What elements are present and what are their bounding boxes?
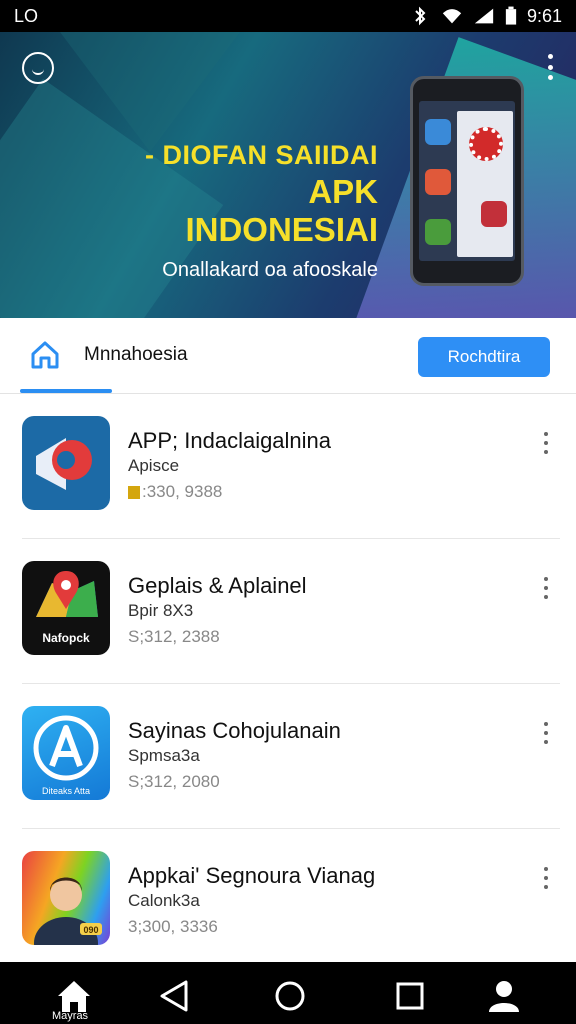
phone-app-icon bbox=[425, 169, 451, 195]
app-meta-text: S;312, 2388 bbox=[128, 627, 220, 646]
app-title: APP; Indaclaigalnina bbox=[128, 428, 332, 453]
app-meta: :330, 9388 bbox=[128, 482, 222, 502]
more-options-icon[interactable] bbox=[544, 577, 550, 599]
status-time: 9:61 bbox=[526, 5, 562, 26]
bluetooth-icon bbox=[415, 6, 426, 26]
more-options-icon[interactable] bbox=[544, 432, 550, 454]
profile-icon[interactable] bbox=[484, 976, 524, 1016]
app-title: Geplais & Aplainel bbox=[128, 573, 307, 598]
badge-icon bbox=[128, 485, 140, 499]
app-meta: 3;300, 3336 bbox=[128, 917, 218, 937]
banner-text: - DIOFAN SAIIDAI APK INDONESIAI Onallaka… bbox=[108, 140, 378, 282]
app-meta: S;312, 2388 bbox=[128, 627, 220, 647]
carrier-label: LO bbox=[14, 5, 39, 26]
home-nav-label[interactable]: Mayras bbox=[52, 1010, 88, 1022]
app-subtitle: Bpir 8X3 bbox=[128, 601, 194, 620]
wifi-icon bbox=[442, 9, 462, 24]
app-icon[interactable]: 090 bbox=[22, 851, 110, 945]
list-item[interactable]: 090 Appkai' Segnoura Vianag Calonk3a 3;3… bbox=[22, 829, 560, 974]
more-options-icon[interactable] bbox=[548, 54, 554, 80]
signal-icon bbox=[474, 8, 494, 24]
primary-action-button[interactable]: Rochdtira bbox=[418, 337, 550, 377]
app-icon-label: Nafopck bbox=[42, 631, 90, 645]
home-icon[interactable] bbox=[30, 340, 60, 370]
phone-screen bbox=[419, 101, 515, 261]
home-circle-icon[interactable] bbox=[270, 976, 310, 1016]
list-item[interactable]: Diteaks Atta Sayinas Cohojulanain Spmsa3… bbox=[22, 684, 560, 829]
app-meta-text: :330, 9388 bbox=[142, 482, 223, 501]
banner-headline-2: APK INDONESIAI bbox=[185, 173, 378, 248]
smiley-icon[interactable] bbox=[22, 52, 54, 84]
app-list: APP; Indaclaigalnina Apisce :330, 9388 N… bbox=[0, 394, 576, 974]
app-meta: S;312, 2080 bbox=[128, 772, 220, 792]
phone-illustration bbox=[410, 76, 524, 286]
banner-headline-1: - DIOFAN SAIIDAI bbox=[144, 140, 378, 170]
app-meta-text: S;312, 2080 bbox=[128, 772, 220, 791]
more-options-icon[interactable] bbox=[544, 867, 550, 889]
list-item[interactable]: Nafopck Geplais & Aplainel Bpir 8X3 S;31… bbox=[22, 539, 560, 684]
phone-app-icon bbox=[425, 119, 451, 145]
back-icon[interactable] bbox=[156, 976, 196, 1016]
app-subtitle: Calonk3a bbox=[128, 891, 200, 910]
bottom-navigation-bar: Mayras bbox=[0, 962, 576, 1024]
app-subtitle: Spmsa3a bbox=[128, 746, 200, 765]
app-icon[interactable]: Nafopck bbox=[22, 561, 110, 655]
app-meta-text: 3;300, 3336 bbox=[128, 917, 218, 936]
app-icon-label: 090 bbox=[83, 925, 98, 935]
app-icon-label: Diteaks Atta bbox=[42, 786, 90, 796]
app-subtitle: Apisce bbox=[128, 456, 180, 475]
tab-bar: Mnnahoesia Rochdtira bbox=[0, 318, 576, 394]
app-title: Sayinas Cohojulanain bbox=[128, 718, 341, 743]
more-options-icon[interactable] bbox=[544, 722, 550, 744]
app-icon[interactable]: Diteaks Atta bbox=[22, 706, 110, 800]
phone-app-icon bbox=[481, 201, 507, 227]
list-item[interactable]: APP; Indaclaigalnina Apisce :330, 9388 bbox=[22, 394, 560, 539]
battery-icon bbox=[505, 6, 517, 25]
phone-app-icon bbox=[425, 219, 451, 245]
app-icon[interactable] bbox=[22, 416, 110, 510]
status-bar: LO 9:61 bbox=[0, 0, 576, 32]
active-tab-indicator bbox=[20, 389, 112, 393]
gear-icon bbox=[469, 127, 503, 161]
hero-banner[interactable]: - DIOFAN SAIIDAI APK INDONESIAI Onallaka… bbox=[0, 32, 576, 318]
banner-subline: Onallakard oa afooskale bbox=[162, 259, 378, 281]
recents-icon[interactable] bbox=[390, 976, 430, 1016]
tab-home-label[interactable]: Mnnahoesia bbox=[84, 344, 188, 366]
app-title: Appkai' Segnoura Vianag bbox=[128, 863, 376, 888]
